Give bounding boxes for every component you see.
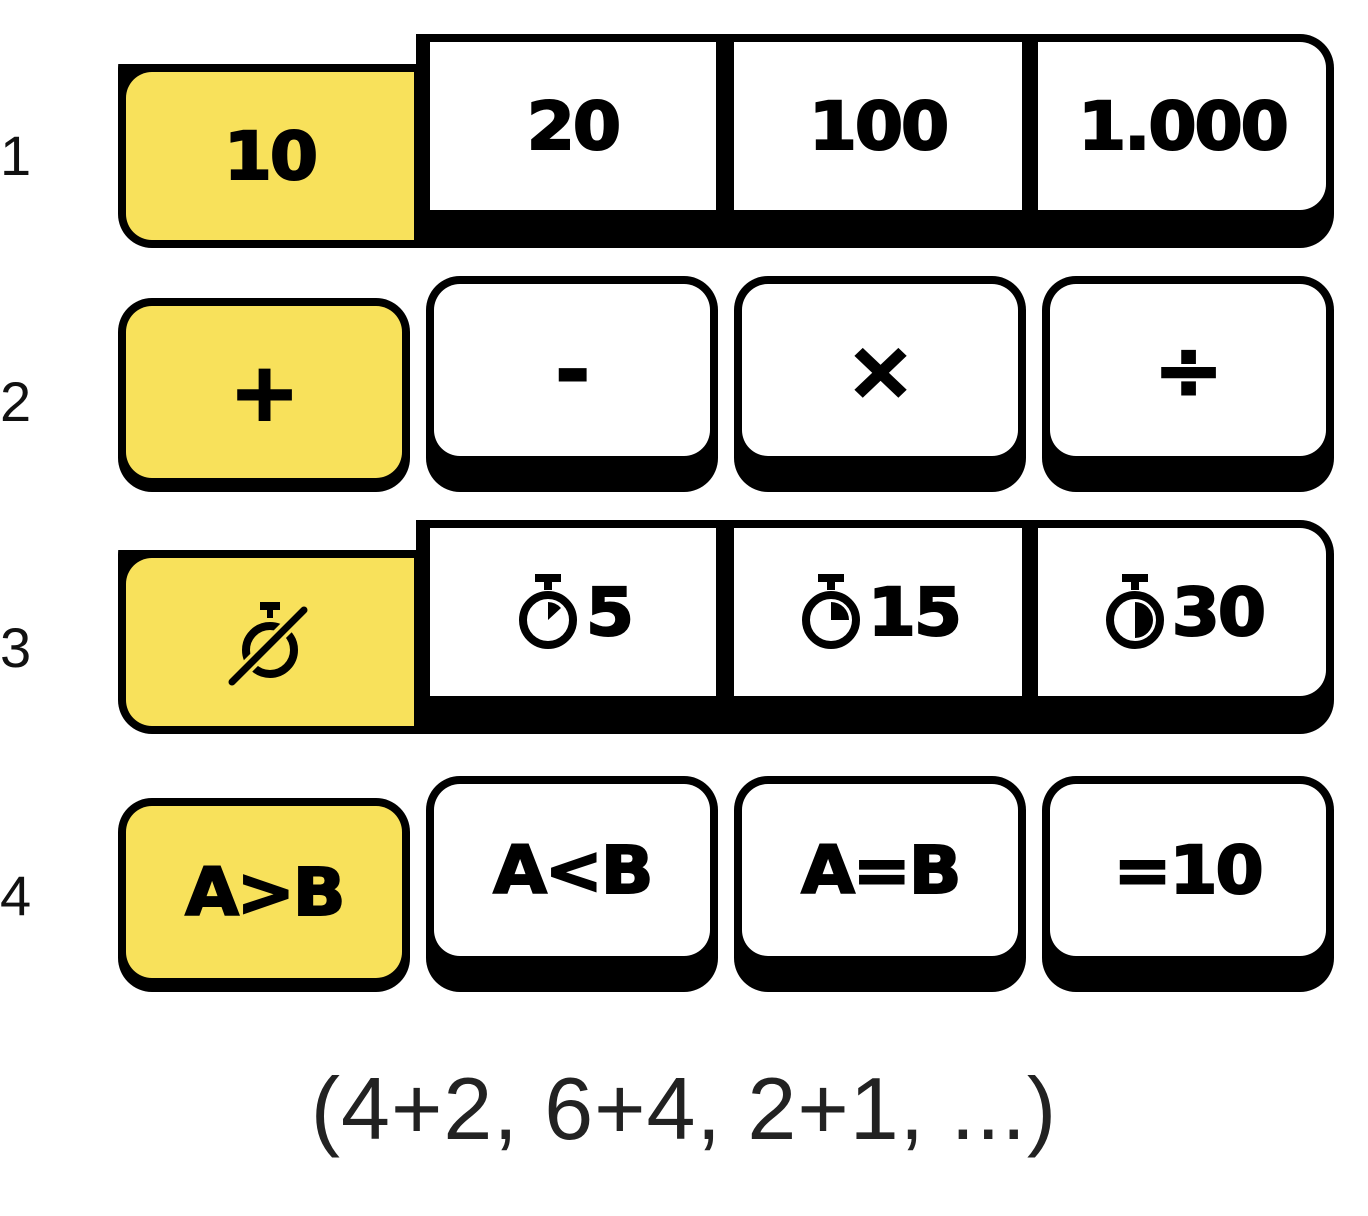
option-10-button[interactable]: 10 bbox=[126, 72, 414, 240]
option-label: 1.000 bbox=[1077, 87, 1290, 166]
timer-segmented: 5 15 30 bbox=[118, 520, 1334, 734]
operation-multiply-button[interactable]: × bbox=[734, 276, 1026, 492]
option-label: 10 bbox=[223, 117, 319, 196]
timer-icon bbox=[802, 574, 861, 649]
no-timer-icon bbox=[227, 602, 309, 687]
row-number-2: 2 bbox=[0, 370, 32, 433]
operation-divide-button[interactable]: ÷ bbox=[1042, 276, 1334, 492]
example-text: (4+2, 6+4, 2+1, ...) bbox=[310, 1059, 1058, 1158]
option-label: × bbox=[845, 323, 917, 418]
timer-icon bbox=[1106, 574, 1165, 649]
comparison-equals-ten-button[interactable]: =10 bbox=[1042, 776, 1334, 992]
row-number-1: 1 bbox=[0, 124, 32, 187]
option-20-button[interactable]: 20 bbox=[430, 42, 716, 210]
timer-15-button[interactable]: 15 bbox=[734, 528, 1022, 696]
timer-5-button[interactable]: 5 bbox=[430, 528, 716, 696]
timer-label: 15 bbox=[867, 573, 963, 652]
timer-label: 5 bbox=[585, 573, 635, 652]
timer-label: 30 bbox=[1171, 573, 1267, 652]
operation-plus-button[interactable]: + bbox=[118, 298, 410, 492]
option-100-button[interactable]: 100 bbox=[734, 42, 1022, 210]
row-number-4: 4 bbox=[0, 864, 32, 927]
option-label: - bbox=[555, 323, 592, 418]
number-range-segmented: 10 20 100 1.000 bbox=[118, 34, 1334, 248]
option-label: + bbox=[229, 345, 301, 440]
timer-icon bbox=[519, 574, 578, 649]
option-label: A<B bbox=[492, 831, 654, 910]
option-label: 100 bbox=[808, 87, 951, 166]
option-label: 20 bbox=[526, 87, 622, 166]
timer-off-button[interactable] bbox=[126, 558, 414, 726]
option-label: A=B bbox=[800, 831, 962, 910]
comparison-equal-button[interactable]: A=B bbox=[734, 776, 1026, 992]
option-1000-button[interactable]: 1.000 bbox=[1038, 42, 1326, 210]
option-label: =10 bbox=[1113, 831, 1265, 910]
comparison-less-button[interactable]: A<B bbox=[426, 776, 718, 992]
option-label: A>B bbox=[184, 853, 346, 932]
operation-minus-button[interactable]: - bbox=[426, 276, 718, 492]
comparison-greater-button[interactable]: A>B bbox=[118, 798, 410, 992]
timer-30-button[interactable]: 30 bbox=[1038, 528, 1326, 696]
option-label: ÷ bbox=[1153, 323, 1225, 418]
row-number-3: 3 bbox=[0, 616, 32, 679]
